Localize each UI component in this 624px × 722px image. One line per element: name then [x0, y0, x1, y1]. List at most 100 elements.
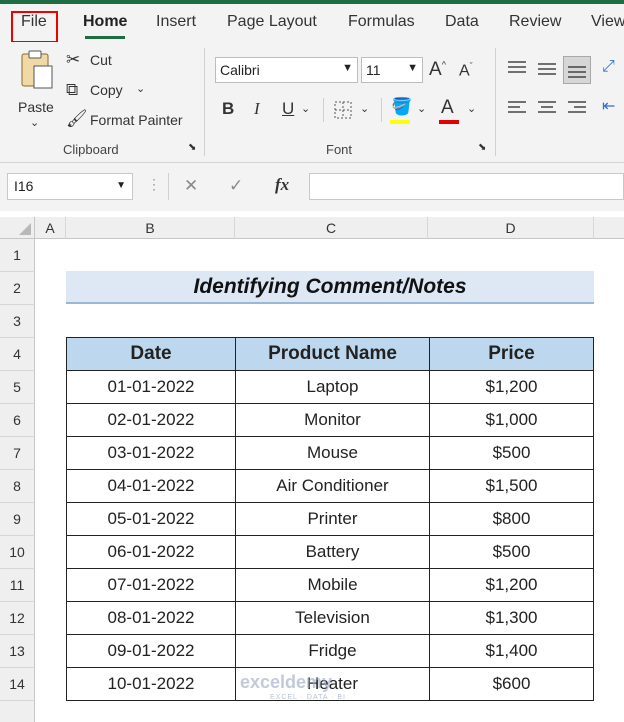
paste-dropdown-icon[interactable]: ⌄: [30, 116, 39, 129]
product-cell[interactable]: Battery: [235, 535, 430, 569]
row-header-3[interactable]: 3: [0, 305, 35, 338]
price-cell[interactable]: $500: [429, 436, 594, 470]
chevron-down-icon[interactable]: ▼: [116, 180, 126, 191]
product-cell[interactable]: Printer: [235, 502, 430, 536]
row-header-7[interactable]: 7: [0, 437, 35, 470]
format-painter-button[interactable]: Format Painter: [90, 112, 183, 128]
row-header-9[interactable]: 9: [0, 503, 35, 536]
font-color-icon[interactable]: A: [441, 97, 454, 119]
tab-page-layout[interactable]: Page Layout: [227, 13, 317, 31]
price-cell[interactable]: $1,000: [429, 403, 594, 437]
row-header-8[interactable]: 8: [0, 470, 35, 503]
price-cell[interactable]: $800: [429, 502, 594, 536]
tab-home[interactable]: Home: [83, 13, 127, 39]
price-cell[interactable]: $1,200: [429, 370, 594, 404]
date-cell[interactable]: 08-01-2022: [66, 601, 236, 635]
borders-dropdown-icon[interactable]: ⌄: [360, 102, 369, 115]
tab-file[interactable]: File: [21, 13, 47, 31]
font-launcher-icon[interactable]: ⬊: [478, 142, 486, 153]
font-size-select[interactable]: 11 ▼: [361, 57, 423, 83]
row-header-4[interactable]: 4: [0, 338, 35, 371]
decrease-indent-icon[interactable]: ⇤: [602, 96, 615, 116]
paste-button[interactable]: Paste ⌄: [14, 48, 58, 130]
row-header-14[interactable]: 14: [0, 668, 35, 701]
row-header-11[interactable]: 11: [0, 569, 35, 602]
copy-button[interactable]: Copy: [90, 82, 123, 98]
align-right-icon[interactable]: [567, 100, 587, 116]
sheet-title-cell[interactable]: Identifying Comment/Notes: [66, 271, 594, 304]
underline-dropdown-icon[interactable]: ⌄: [301, 102, 310, 115]
align-middle-icon[interactable]: [537, 62, 557, 78]
font-color-dropdown-icon[interactable]: ⌄: [467, 102, 476, 115]
product-cell[interactable]: Laptop: [235, 370, 430, 404]
align-center-icon[interactable]: [537, 100, 557, 116]
cancel-icon[interactable]: ✕: [184, 176, 198, 196]
header-cell-product-name[interactable]: Product Name: [235, 337, 430, 371]
orientation-icon[interactable]: ⤢: [602, 58, 615, 76]
cut-button[interactable]: Cut: [90, 52, 112, 68]
format-painter-icon[interactable]: 🖌: [66, 109, 88, 129]
column-header-d[interactable]: D: [428, 217, 594, 239]
date-cell[interactable]: 02-01-2022: [66, 403, 236, 437]
header-cell-date[interactable]: Date: [66, 337, 236, 371]
row-header-12[interactable]: 12: [0, 602, 35, 635]
decrease-font-size-icon[interactable]: Aˇ: [459, 61, 473, 80]
fill-color-icon[interactable]: 🪣: [391, 97, 412, 117]
select-all-button[interactable]: [0, 217, 35, 239]
date-cell[interactable]: 01-01-2022: [66, 370, 236, 404]
align-left-icon[interactable]: [507, 100, 527, 116]
product-cell[interactable]: Air Conditioner: [235, 469, 430, 503]
price-cell[interactable]: $1,300: [429, 601, 594, 635]
date-cell[interactable]: 07-01-2022: [66, 568, 236, 602]
bold-button[interactable]: B: [222, 99, 234, 119]
price-cell[interactable]: $500: [429, 535, 594, 569]
underline-button[interactable]: U: [282, 99, 294, 119]
date-cell[interactable]: 06-01-2022: [66, 535, 236, 569]
tab-view[interactable]: View: [591, 13, 624, 31]
date-cell[interactable]: 05-01-2022: [66, 502, 236, 536]
header-cell-price[interactable]: Price: [429, 337, 594, 371]
worksheet-grid[interactable]: A B C D 1 2 3 4 5 6 7 8 9 10 11 12 13 14…: [0, 217, 624, 722]
tab-data[interactable]: Data: [445, 13, 479, 31]
formula-bar-grip-icon[interactable]: ⋮: [147, 176, 161, 193]
fill-color-dropdown-icon[interactable]: ⌄: [417, 102, 426, 115]
price-cell[interactable]: $600: [429, 667, 594, 701]
product-cell[interactable]: Fridge: [235, 634, 430, 668]
product-cell[interactable]: Monitor: [235, 403, 430, 437]
price-cell[interactable]: $1,400: [429, 634, 594, 668]
date-cell[interactable]: 10-01-2022: [66, 667, 236, 701]
borders-icon[interactable]: [334, 101, 352, 119]
align-top-icon[interactable]: [507, 60, 527, 76]
tab-formulas[interactable]: Formulas: [348, 13, 415, 31]
product-cell[interactable]: Television: [235, 601, 430, 635]
italic-button[interactable]: I: [254, 99, 260, 119]
copy-icon[interactable]: ⧉: [66, 80, 78, 100]
font-family-select[interactable]: Calibri ▼: [215, 57, 358, 83]
date-cell[interactable]: 03-01-2022: [66, 436, 236, 470]
name-box[interactable]: I16 ▼: [7, 173, 133, 200]
align-bottom-button[interactable]: [563, 56, 591, 84]
tab-insert[interactable]: Insert: [156, 13, 196, 31]
product-cell[interactable]: Mobile: [235, 568, 430, 602]
row-header-6[interactable]: 6: [0, 404, 35, 437]
column-header-b[interactable]: B: [66, 217, 235, 239]
insert-function-icon[interactable]: fx: [275, 175, 289, 195]
clipboard-launcher-icon[interactable]: ⬊: [188, 142, 196, 153]
price-cell[interactable]: $1,200: [429, 568, 594, 602]
column-header-c[interactable]: C: [235, 217, 428, 239]
cut-icon[interactable]: ✂: [66, 50, 80, 70]
row-header-5[interactable]: 5: [0, 371, 35, 404]
date-cell[interactable]: 04-01-2022: [66, 469, 236, 503]
column-header-e[interactable]: [594, 217, 624, 239]
product-cell[interactable]: Mouse: [235, 436, 430, 470]
enter-icon[interactable]: ✓: [229, 176, 243, 196]
row-header-10[interactable]: 10: [0, 536, 35, 569]
column-header-a[interactable]: A: [35, 217, 66, 239]
formula-input[interactable]: [309, 173, 624, 200]
row-header-13[interactable]: 13: [0, 635, 35, 668]
row-header-2[interactable]: 2: [0, 272, 35, 305]
tab-review[interactable]: Review: [509, 13, 561, 31]
price-cell[interactable]: $1,500: [429, 469, 594, 503]
row-header-15[interactable]: [0, 701, 35, 722]
date-cell[interactable]: 09-01-2022: [66, 634, 236, 668]
